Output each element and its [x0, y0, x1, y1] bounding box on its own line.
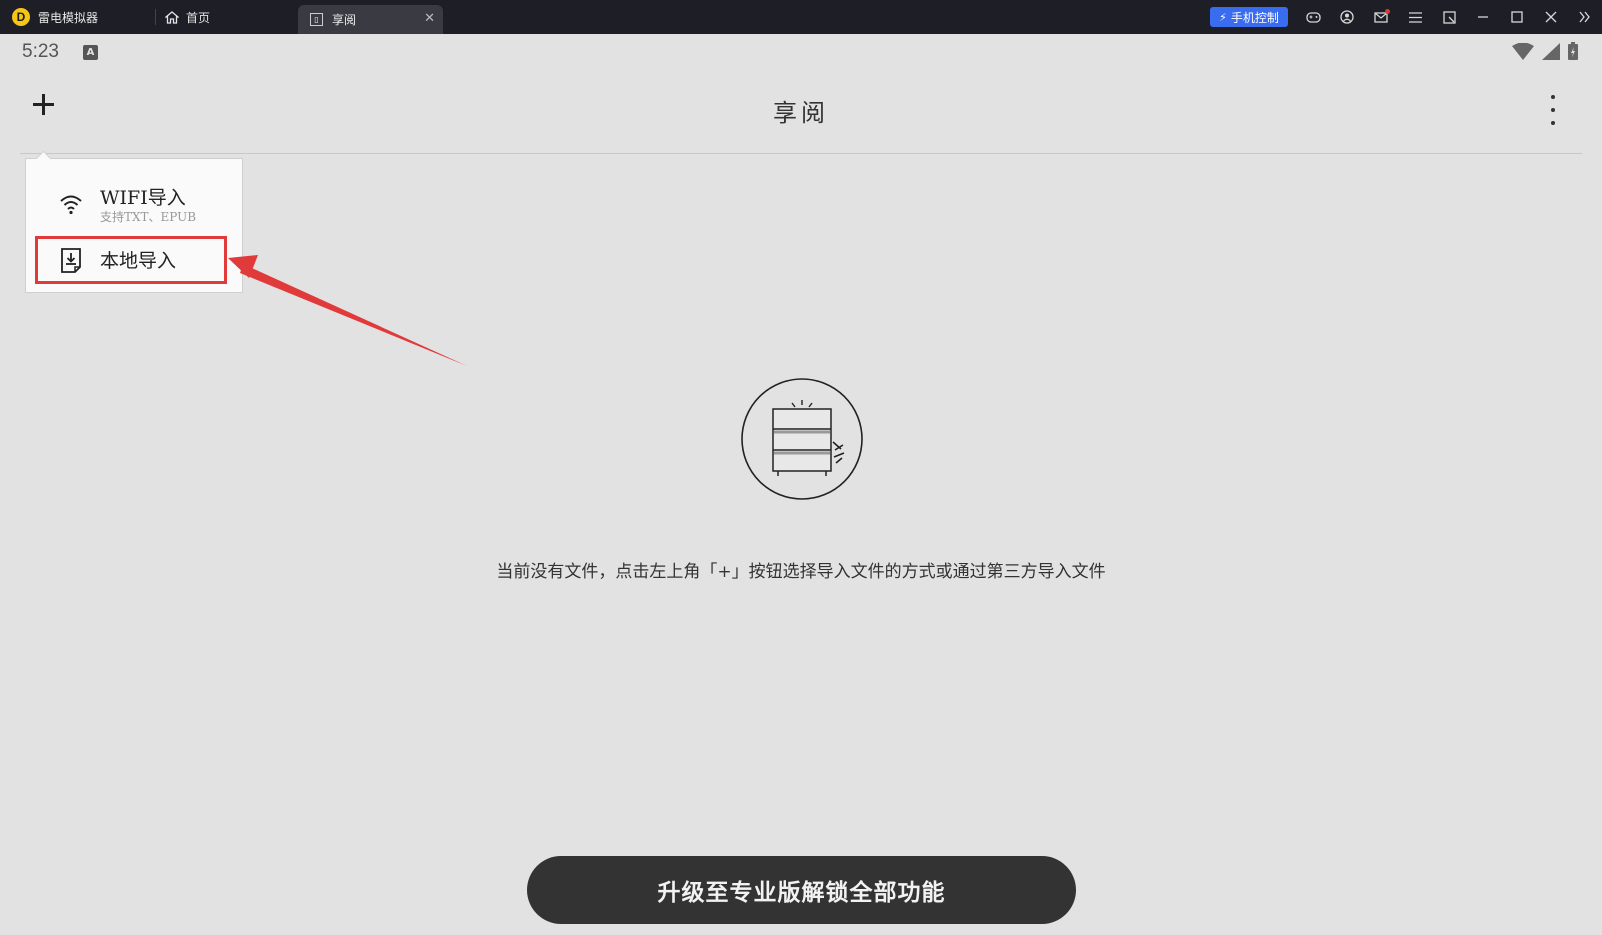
- phone-control-button[interactable]: ⚡ 手机控制: [1210, 7, 1288, 27]
- menu-icon[interactable]: [1402, 0, 1428, 34]
- minimize-icon[interactable]: [1470, 0, 1496, 34]
- notification-dot: [1385, 9, 1390, 14]
- upgrade-pro-button[interactable]: 升级至专业版解锁全部功能: [527, 856, 1076, 924]
- maximize-icon[interactable]: [1504, 0, 1530, 34]
- gamepad-icon[interactable]: [1300, 0, 1326, 34]
- dot: [1551, 121, 1555, 125]
- battery-icon: [1568, 42, 1578, 60]
- status-icons: [1512, 42, 1578, 60]
- phone-control-label: 手机控制: [1230, 10, 1279, 25]
- annotation-arrow: [228, 255, 467, 366]
- more-options-icon[interactable]: [1548, 95, 1558, 125]
- signal-icon: [1542, 42, 1560, 60]
- close-icon[interactable]: [1538, 0, 1564, 34]
- empty-bookshelf-illustration: [741, 378, 863, 500]
- wifi-icon: [1512, 42, 1534, 60]
- mail-icon[interactable]: [1368, 0, 1394, 34]
- sidebar-expand-icon[interactable]: [1572, 0, 1598, 34]
- dot: [1551, 95, 1555, 99]
- screen-icon[interactable]: [1436, 0, 1462, 34]
- lightning-icon: ⚡: [1219, 10, 1227, 24]
- empty-state-message: 当前没有文件，点击左上角「+」按钮选择导入文件的方式或通过第三方导入文件: [496, 562, 1106, 582]
- dot: [1551, 108, 1555, 112]
- account-icon[interactable]: [1334, 0, 1360, 34]
